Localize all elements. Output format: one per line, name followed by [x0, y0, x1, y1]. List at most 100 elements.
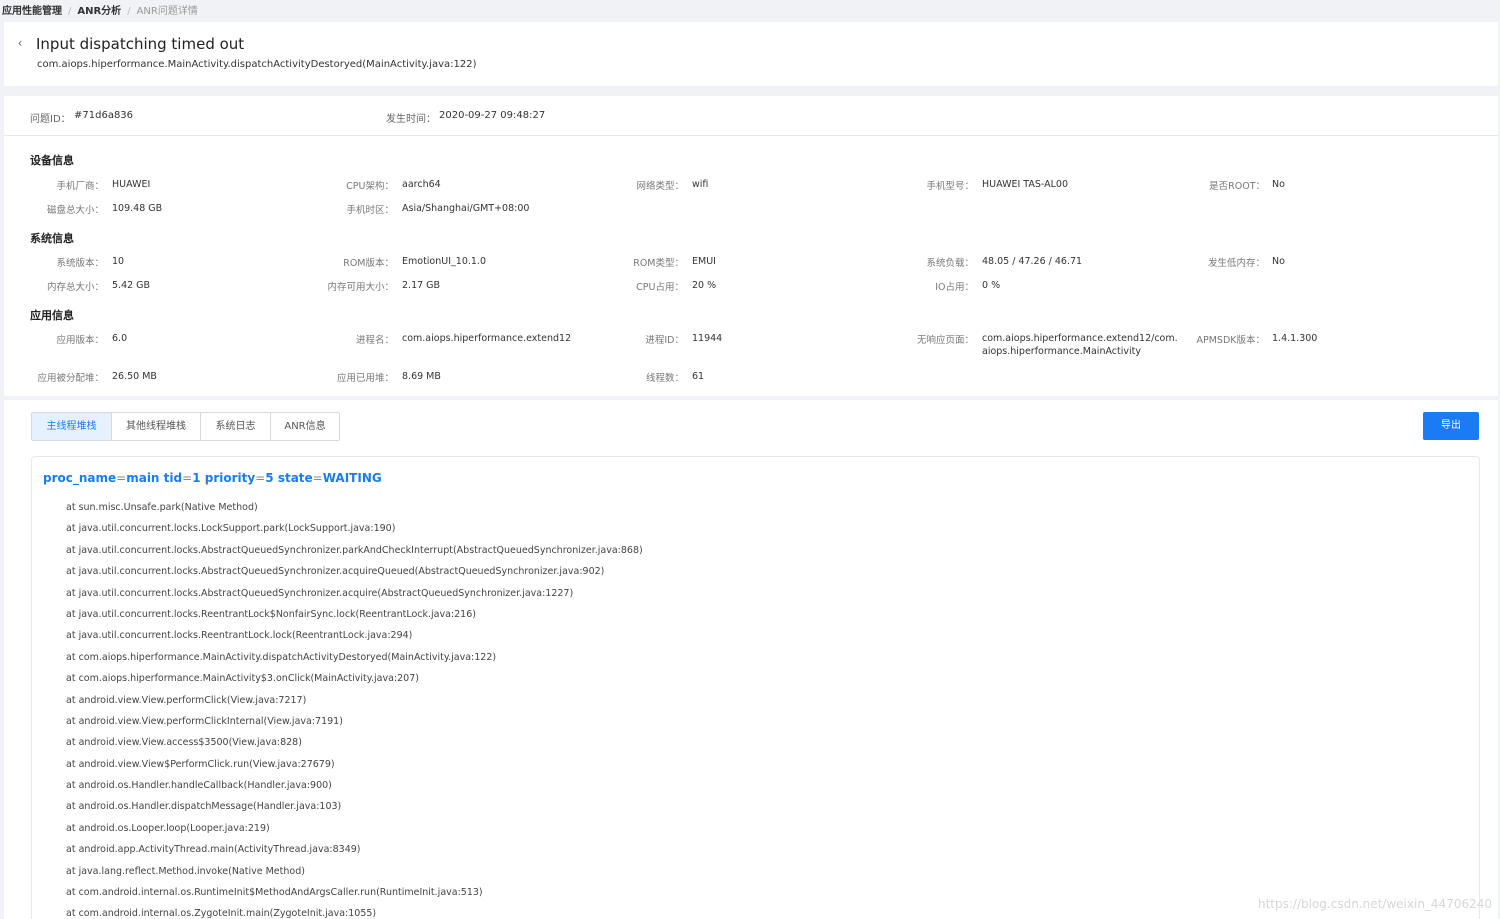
occur-time-label: 发生时间： — [386, 114, 436, 125]
page-title: Input dispatching timed out — [36, 35, 245, 53]
stack-frame: at com.android.internal.os.ZygoteInit.ma… — [66, 908, 377, 919]
thread-key: priority — [204, 471, 256, 485]
breadcrumb-item-apm[interactable]: 应用性能管理 — [2, 6, 62, 17]
issue-id-label: 问题ID： — [30, 114, 71, 125]
stack-frame-list: at sun.misc.Unsafe.park(Native Method) at… — [66, 497, 643, 919]
thread-value: main — [126, 471, 160, 485]
manufacturer-value: HUAWEI — [112, 179, 151, 190]
thread-eq: = — [312, 471, 323, 485]
header-card: ‹ Input dispatching timed out com.aiops.… — [4, 22, 1498, 86]
thread-header: proc_name=main tid=1 priority=5 state=WA… — [43, 471, 382, 485]
field-label: 磁盘总大小： — [46, 205, 104, 216]
memory-available-value: 2.17 GB — [402, 280, 441, 291]
field-label: IO占用： — [935, 282, 974, 293]
field-label: 进程ID： — [645, 335, 684, 346]
stack-frame: at android.view.View$PerformClick.run(Vi… — [66, 758, 335, 770]
issue-id-value: #71d6a836 — [74, 110, 134, 121]
thread-eq: = — [255, 471, 266, 485]
tab-system-log[interactable]: 系统日志 — [200, 413, 270, 440]
stack-frame: at android.view.View.performClick(View.j… — [66, 694, 307, 706]
apmsdk-value: 1.4.1.300 — [1272, 333, 1318, 344]
field-label: 手机型号： — [926, 181, 974, 192]
rom-version-value: EmotionUI_10.1.0 — [402, 256, 486, 267]
thread-value: WAITING — [322, 471, 382, 485]
stack-frame: at java.util.concurrent.locks.AbstractQu… — [66, 566, 605, 578]
rom-type-value: EMUI — [692, 256, 716, 267]
system-load-value: 48.05 / 47.26 / 46.71 — [982, 256, 1083, 267]
field-label: CPU占用： — [636, 282, 684, 293]
tab-main-thread-stack[interactable]: 主线程堆栈 — [32, 413, 111, 440]
field-label: 应用被分配堆： — [37, 373, 104, 384]
tab-anr-info[interactable]: ANR信息 — [270, 413, 339, 440]
thread-eq: = — [182, 471, 193, 485]
stack-frame: at com.aiops.hiperformance.MainActivity$… — [66, 673, 419, 685]
page-subtitle: com.aiops.hiperformance.MainActivity.dis… — [37, 59, 477, 70]
field-label: APMSDK版本： — [1196, 335, 1266, 346]
stack-card: 主线程堆栈 其他线程堆栈 系统日志 ANR信息 导出 proc_name=mai… — [4, 400, 1498, 919]
field-label: CPU架构： — [346, 181, 394, 192]
stack-frame: at android.app.ActivityThread.main(Activ… — [66, 844, 361, 856]
disk-value: 109.48 GB — [112, 203, 163, 214]
tab-other-thread-stack[interactable]: 其他线程堆栈 — [111, 413, 200, 440]
process-name-value: com.aiops.hiperformance.extend12 — [402, 333, 572, 344]
field-label: 是否ROOT： — [1209, 181, 1265, 192]
anr-page-line: com.aiops.hiperformance.extend12/com. — [982, 333, 1178, 344]
field-label: 内存总大小： — [46, 282, 104, 293]
breadcrumb-separator: / — [127, 6, 131, 17]
app-info-title: 应用信息 — [30, 309, 74, 322]
thread-eq: = — [116, 471, 127, 485]
stack-frame: at java.util.concurrent.locks.LockSuppor… — [66, 523, 396, 535]
io-usage-value: 0 % — [982, 280, 1001, 291]
thread-value: 1 — [192, 471, 201, 485]
stack-frame: at android.view.View.access$3500(View.ja… — [66, 737, 302, 749]
stack-frame: at java.lang.reflect.Method.invoke(Nativ… — [66, 865, 305, 877]
stack-frame: at com.android.internal.os.RuntimeInit$M… — [66, 887, 483, 899]
heap-used-value: 8.69 MB — [402, 371, 441, 382]
field-label: 内存可用大小： — [327, 282, 394, 293]
breadcrumb-item-current: ANR问题详情 — [136, 6, 198, 17]
stack-frame: at java.util.concurrent.locks.ReentrantL… — [66, 630, 413, 642]
root-value: No — [1272, 179, 1285, 190]
network-value: wifi — [692, 179, 709, 190]
field-label: 应用已用堆： — [336, 373, 394, 384]
field-label: 手机厂商： — [56, 181, 104, 192]
stack-frame: at java.util.concurrent.locks.ReentrantL… — [66, 608, 476, 620]
thread-key: state — [277, 471, 313, 485]
stack-frame: at com.aiops.hiperformance.MainActivity.… — [66, 651, 497, 663]
breadcrumb-item-anr[interactable]: ANR分析 — [77, 6, 121, 17]
cpu-usage-value: 20 % — [692, 280, 717, 291]
field-label: 系统负载： — [926, 258, 974, 269]
memory-total-value: 5.42 GB — [112, 280, 151, 291]
stack-frame: at android.view.View.performClickInterna… — [66, 715, 343, 727]
field-label: 线程数： — [645, 373, 684, 384]
model-value: HUAWEI TAS-AL00 — [982, 179, 1068, 190]
stack-frame: at sun.misc.Unsafe.park(Native Method) — [66, 502, 258, 513]
watermark: https://blog.csdn.net/weixin_44706240 — [1257, 897, 1492, 911]
thread-key: proc_name — [43, 471, 117, 485]
field-label: 发生低内存： — [1207, 258, 1265, 269]
field-label: 应用版本： — [56, 335, 104, 346]
thread-value: 5 — [265, 471, 274, 485]
thread-count-value: 61 — [692, 371, 705, 382]
device-info-title: 设备信息 — [30, 154, 74, 167]
heap-allocated-value: 26.50 MB — [112, 371, 157, 382]
tab-bar: 主线程堆栈 其他线程堆栈 系统日志 ANR信息 — [31, 412, 340, 441]
field-label: 系统版本： — [56, 258, 104, 269]
field-label: ROM版本： — [343, 258, 394, 269]
low-memory-value: No — [1272, 256, 1285, 267]
system-info-title: 系统信息 — [30, 232, 74, 245]
issue-summary-row: 问题ID： #71d6a836 发生时间： 2020-09-27 09:48:2… — [4, 96, 1498, 136]
os-version-value: 10 — [112, 256, 125, 267]
info-card: 问题ID： #71d6a836 发生时间： 2020-09-27 09:48:2… — [4, 96, 1498, 396]
chevron-left-icon[interactable]: ‹ — [14, 36, 26, 50]
timezone-value: Asia/Shanghai/GMT+08:00 — [402, 203, 530, 214]
field-label: 无响应页面： — [916, 335, 974, 346]
stack-frame: at android.os.Looper.loop(Looper.java:21… — [66, 822, 270, 834]
anr-page-value: com.aiops.hiperformance.extend12/com. ai… — [982, 332, 1178, 358]
field-label: 手机时区： — [346, 205, 394, 216]
stack-trace-panel: proc_name=main tid=1 priority=5 state=WA… — [31, 456, 1480, 919]
anr-page-line: aiops.hiperformance.MainActivity — [982, 346, 1141, 357]
export-button[interactable]: 导出 — [1423, 412, 1479, 440]
app-version-value: 6.0 — [112, 333, 128, 344]
thread-key: tid — [163, 471, 183, 485]
